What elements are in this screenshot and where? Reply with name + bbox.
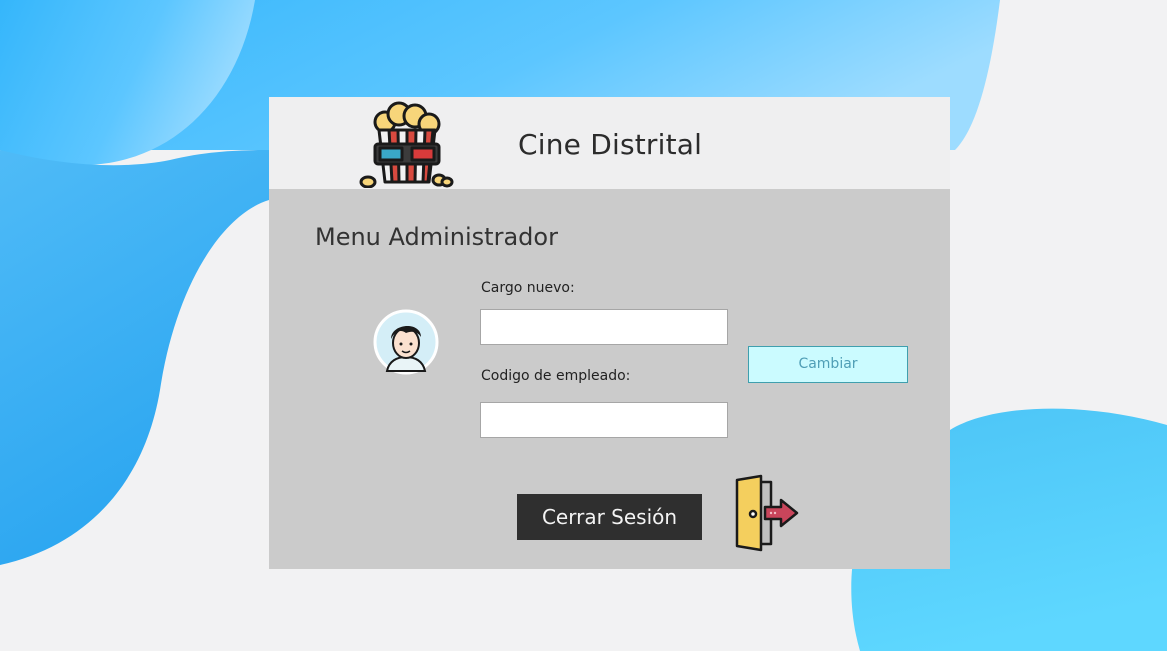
section-title: Menu Administrador	[315, 223, 558, 251]
cerrar-sesion-button[interactable]: Cerrar Sesión	[517, 494, 702, 540]
codigo-label: Codigo de empleado:	[481, 368, 631, 384]
cargo-input[interactable]	[480, 309, 728, 345]
cargo-label: Cargo nuevo:	[481, 280, 575, 296]
exit-door-icon[interactable]	[731, 474, 801, 552]
user-avatar-icon	[373, 309, 439, 375]
card-header: Cine Distrital	[269, 97, 950, 189]
app-title: Cine Distrital	[518, 128, 703, 161]
cambiar-button[interactable]: Cambiar	[748, 346, 908, 383]
admin-card: Cine Distrital Menu Administrador Cargo …	[269, 97, 950, 569]
codigo-input[interactable]	[480, 402, 728, 438]
left-blob	[0, 150, 269, 565]
popcorn-3d-glasses-icon	[359, 101, 454, 188]
